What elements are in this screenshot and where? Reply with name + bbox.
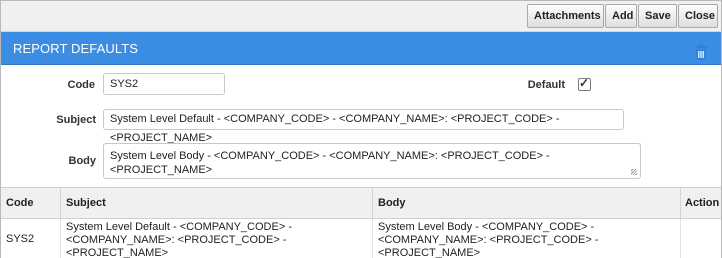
table-row[interactable]: SYS2 System Level Default - <COMPANY_COD… bbox=[1, 219, 721, 258]
panel-header: REPORT DEFAULTS bbox=[1, 32, 721, 65]
save-button[interactable]: Save bbox=[638, 4, 677, 28]
default-checkbox[interactable]: ✓ bbox=[578, 76, 591, 91]
cell-action bbox=[681, 219, 721, 258]
cell-code: SYS2 bbox=[1, 219, 61, 258]
column-header-body[interactable]: Body bbox=[373, 188, 681, 219]
report-defaults-form: Code SYS2 Default ✓ Subject System Level… bbox=[1, 65, 721, 187]
cell-body: System Level Body - <COMPANY_CODE> - <CO… bbox=[373, 219, 681, 258]
subject-input[interactable]: System Level Default - <COMPANY_CODE> - … bbox=[103, 109, 624, 144]
close-button[interactable]: Close bbox=[678, 4, 718, 28]
subject-label: Subject bbox=[56, 114, 96, 126]
toolbar: Attachments Add Save Close bbox=[1, 1, 721, 32]
trash-icon[interactable] bbox=[694, 44, 708, 60]
attachments-button[interactable]: Attachments bbox=[527, 4, 604, 28]
column-header-code[interactable]: Code bbox=[1, 188, 61, 219]
code-label: Code bbox=[67, 79, 96, 91]
default-label: Default bbox=[527, 79, 565, 91]
column-header-action: Action bbox=[681, 188, 721, 219]
body-textarea[interactable]: System Level Body - <COMPANY_CODE> - <CO… bbox=[103, 143, 641, 179]
resize-grip-icon[interactable] bbox=[631, 169, 637, 175]
body-textarea-text: System Level Body - <COMPANY_CODE> - <CO… bbox=[110, 150, 550, 176]
add-button[interactable]: Add bbox=[605, 4, 637, 28]
code-input[interactable]: SYS2 bbox=[103, 73, 225, 95]
check-icon: ✓ bbox=[579, 76, 590, 90]
report-defaults-window: Attachments Add Save Close REPORT DEFAUL… bbox=[0, 0, 722, 258]
report-defaults-grid: Code Subject Body Action SYS2 System Lev… bbox=[1, 187, 721, 258]
column-header-subject[interactable]: Subject bbox=[61, 188, 373, 219]
cell-subject: System Level Default - <COMPANY_CODE> - … bbox=[61, 219, 373, 258]
body-label: Body bbox=[68, 155, 97, 167]
panel-title: REPORT DEFAULTS bbox=[13, 41, 139, 56]
